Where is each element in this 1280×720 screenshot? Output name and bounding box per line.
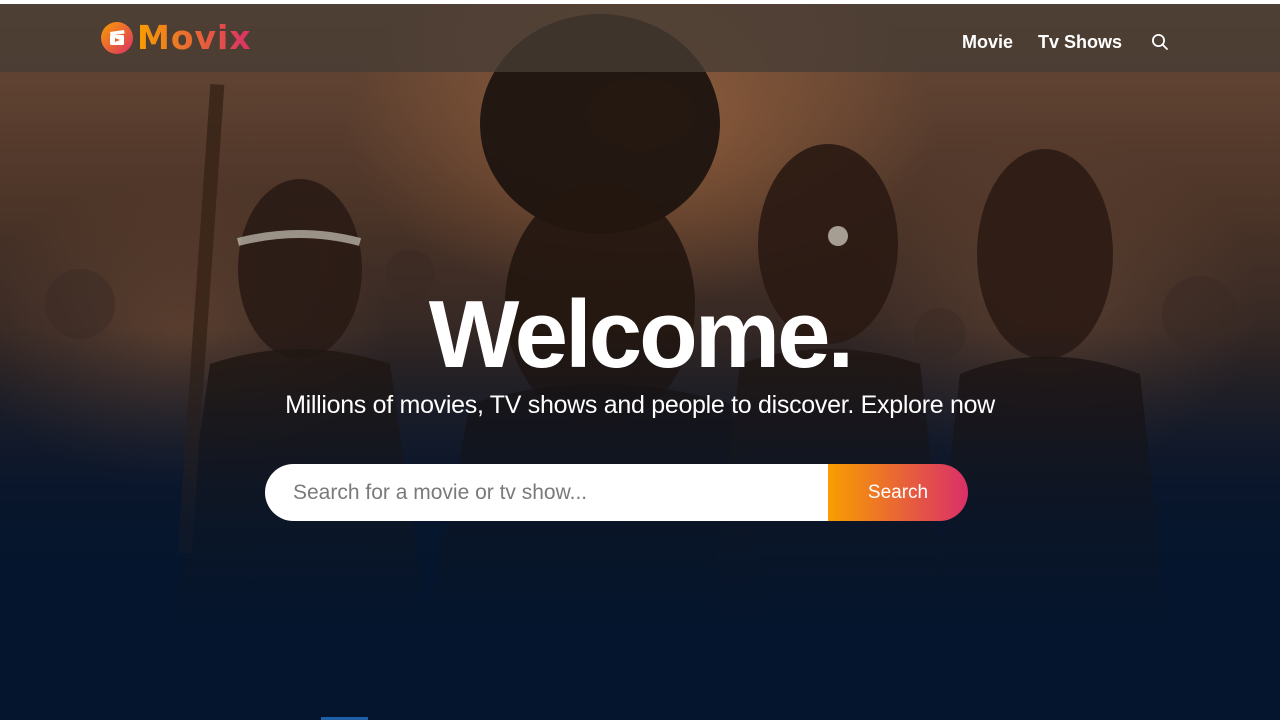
logo[interactable]: Movix bbox=[101, 17, 252, 59]
movie-clapper-icon bbox=[101, 22, 133, 54]
search-button[interactable]: Search bbox=[828, 464, 968, 521]
logo-text: Movix bbox=[137, 18, 252, 57]
hero-subtitle: Millions of movies, TV shows and people … bbox=[285, 391, 995, 419]
nav-item-tv-shows[interactable]: Tv Shows bbox=[1038, 32, 1122, 53]
main-nav: Movie Tv Shows bbox=[937, 8, 1170, 76]
hero-content: Welcome. Millions of movies, TV shows an… bbox=[0, 280, 1280, 420]
search-input[interactable] bbox=[265, 464, 828, 521]
nav-item-movie[interactable]: Movie bbox=[962, 32, 1013, 53]
site-header: Movix Movie Tv Shows bbox=[0, 4, 1280, 72]
hero-title: Welcome. bbox=[428, 281, 854, 388]
hero-search-bar: Search bbox=[265, 464, 968, 521]
search-icon[interactable] bbox=[1150, 32, 1170, 52]
home-page: Movix Movie Tv Shows Welcome. Millions o… bbox=[0, 0, 1280, 720]
